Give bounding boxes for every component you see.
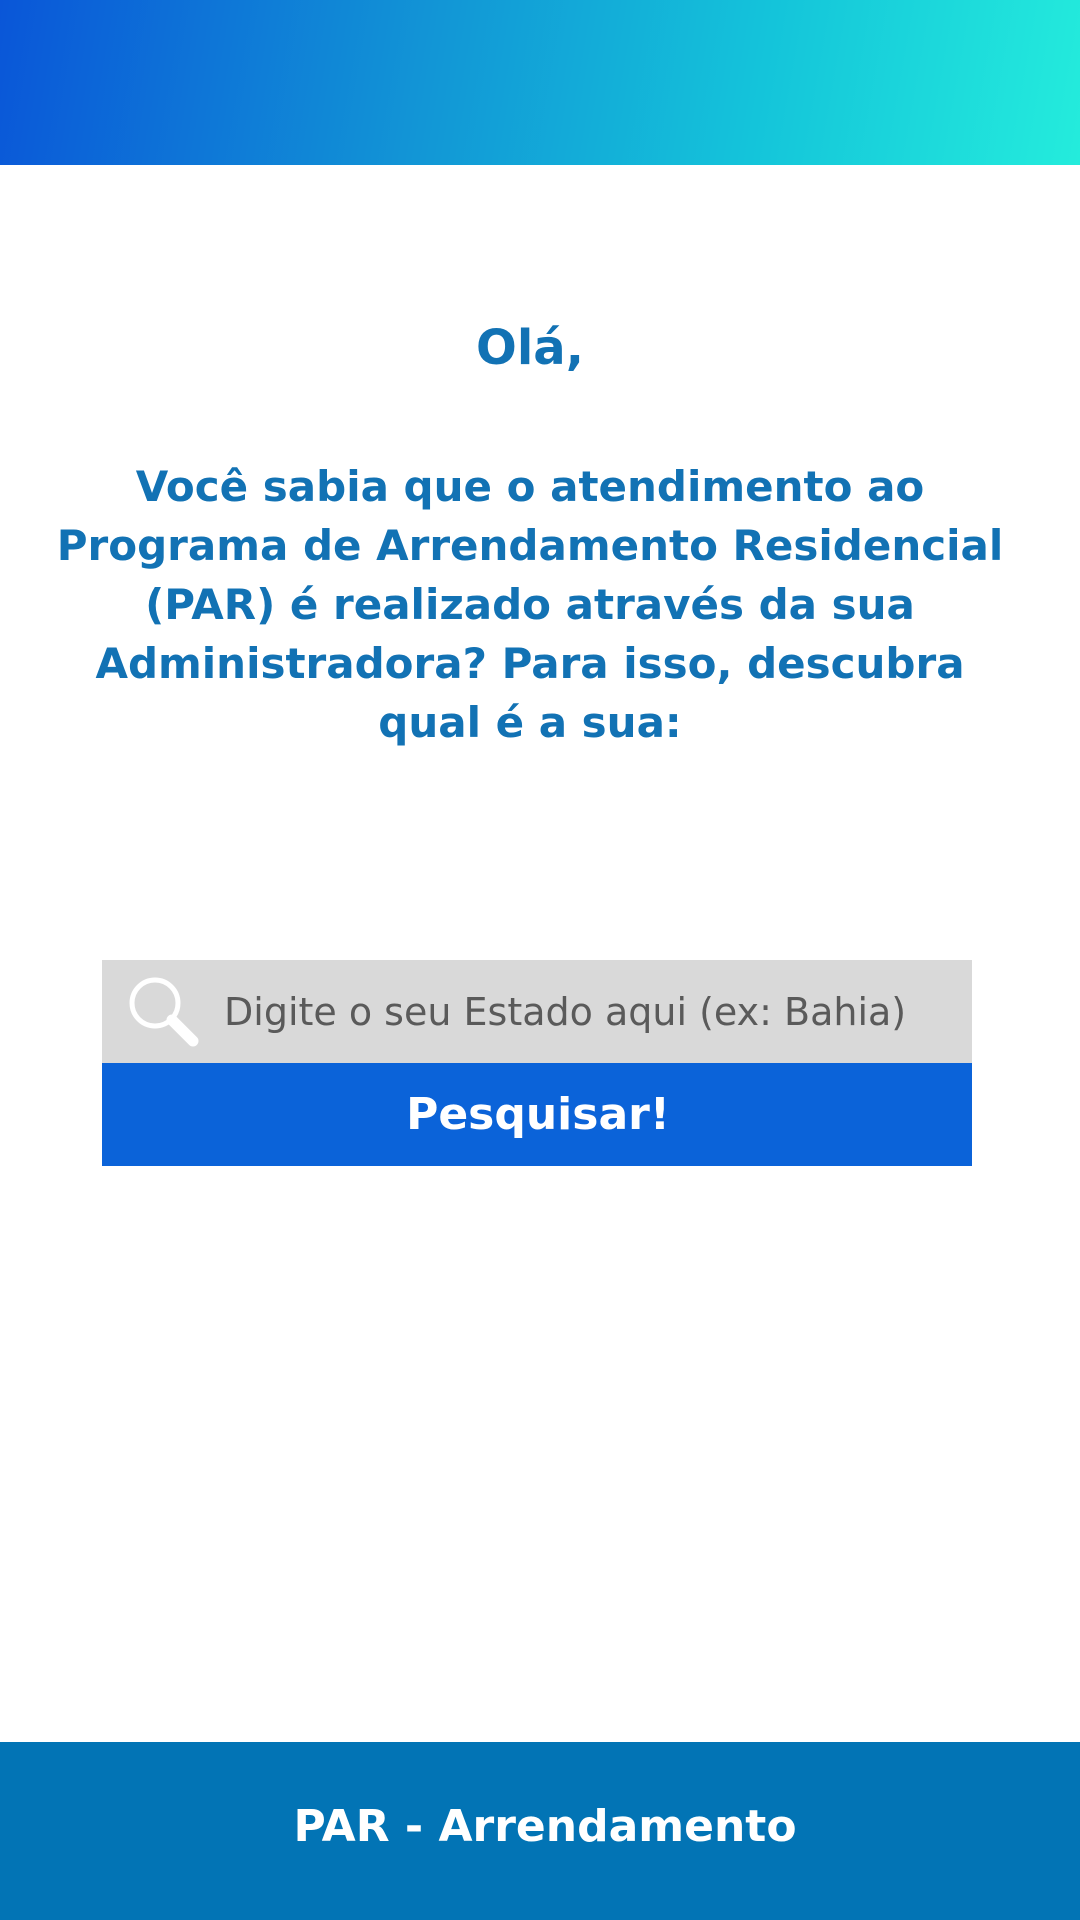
- state-search-input[interactable]: [224, 960, 964, 1063]
- footer-title: PAR - Arrendamento: [293, 1801, 797, 1852]
- header-banner: [0, 0, 1080, 165]
- search-icon: [122, 970, 206, 1054]
- intro-text: Você sabia que o atendimento ao Programa…: [56, 462, 1004, 747]
- search-button[interactable]: Pesquisar!: [102, 1063, 972, 1166]
- footer-bar: PAR - Arrendamento: [0, 1742, 1080, 1920]
- search-bar: [102, 960, 972, 1063]
- greeting-heading: Olá,: [476, 320, 584, 376]
